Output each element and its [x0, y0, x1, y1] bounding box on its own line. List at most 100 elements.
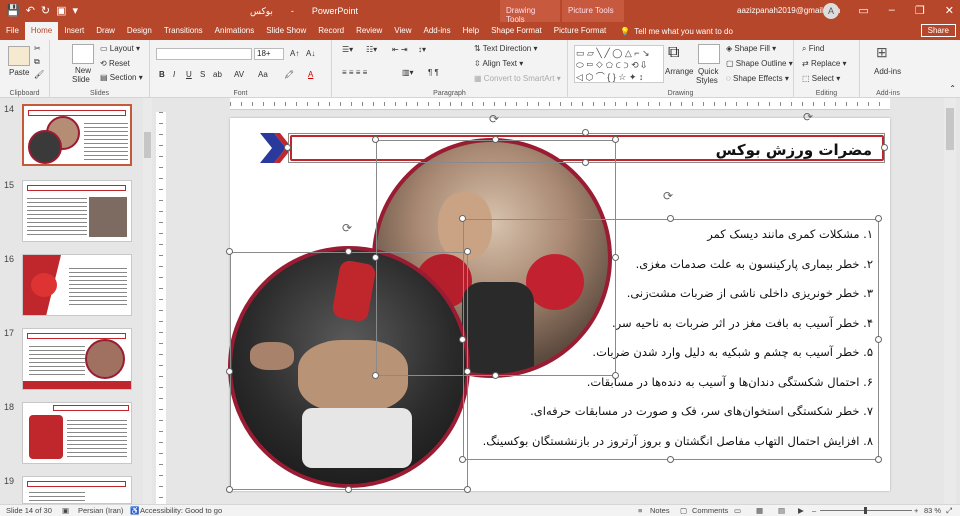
- zoom-level[interactable]: 83 %: [924, 506, 941, 515]
- resize-handle[interactable]: [612, 136, 619, 143]
- line-spacing-icon[interactable]: ↕▾: [418, 45, 426, 54]
- resize-handle[interactable]: [492, 372, 499, 379]
- shape-fill-button[interactable]: ◈ Shape Fill ▾: [726, 44, 776, 53]
- tab-record[interactable]: Record: [312, 22, 350, 40]
- tab-review[interactable]: Review: [350, 22, 388, 40]
- resize-handle[interactable]: [345, 248, 352, 255]
- reading-view-icon[interactable]: ▤: [778, 506, 785, 515]
- close-icon[interactable]: ✕: [945, 4, 954, 17]
- slide-thumbnail-15[interactable]: [22, 180, 132, 242]
- resize-handle[interactable]: [226, 248, 233, 255]
- tab-design[interactable]: Design: [121, 22, 158, 40]
- layout-button[interactable]: ▭ Layout ▾: [100, 44, 140, 53]
- shape-effects-button[interactable]: ◌ Shape Effects ▾: [726, 74, 789, 83]
- resize-handle[interactable]: [875, 215, 882, 222]
- resize-handle[interactable]: [226, 486, 233, 493]
- section-button[interactable]: ▤ Section ▾: [100, 73, 143, 82]
- addins-icon[interactable]: ⊞: [876, 44, 898, 64]
- alignment-icons[interactable]: ≡ ≡ ≡ ≡: [342, 68, 367, 77]
- slide-thumbnail-14[interactable]: [22, 104, 132, 166]
- char-spacing-button[interactable]: AV: [234, 70, 244, 79]
- notes-button[interactable]: Notes: [650, 506, 670, 515]
- customize-toolbar-icon[interactable]: ▾: [73, 4, 79, 17]
- tab-home[interactable]: Home: [24, 22, 59, 40]
- text-shadow-button[interactable]: ab: [213, 70, 222, 79]
- minimize-icon[interactable]: –: [889, 4, 895, 17]
- resize-handle[interactable]: [372, 254, 379, 261]
- format-painter-icon[interactable]: 🖌: [34, 70, 44, 79]
- rtl-icons[interactable]: ¶ ¶: [428, 68, 439, 77]
- undo-icon[interactable]: ↶: [26, 4, 35, 17]
- zoom-out-icon[interactable]: –: [812, 506, 816, 515]
- rotate-handle-icon[interactable]: ⟳: [663, 189, 673, 203]
- tab-add-ins[interactable]: Add-ins: [418, 22, 457, 40]
- addins-button[interactable]: Add-ins: [874, 67, 901, 76]
- shapes-gallery[interactable]: ▭ ▱ ╲ ╱ ◯ △ ⌐ ↘ ⬭ ▭ ◇ ⬠ ⊂ ⊃ ⟲ ⇩ ◁ ⬡ ⌒ { } …: [574, 45, 664, 83]
- strikethrough-button[interactable]: S: [200, 70, 205, 79]
- avatar[interactable]: A: [823, 3, 839, 19]
- paste-label[interactable]: Paste: [9, 68, 29, 77]
- find-button[interactable]: ⌕ Find: [802, 44, 824, 54]
- highlight-icon[interactable]: 🖍: [284, 70, 294, 79]
- tell-me-box[interactable]: 💡 Tell me what you want to do: [620, 27, 733, 36]
- collapse-ribbon-icon[interactable]: ⌃: [949, 84, 956, 93]
- tab-help[interactable]: Help: [457, 22, 485, 40]
- restore-icon[interactable]: ❐: [915, 4, 925, 17]
- columns-icon[interactable]: ▥▾: [402, 68, 414, 77]
- resize-handle[interactable]: [612, 254, 619, 261]
- resize-handle[interactable]: [345, 486, 352, 493]
- redo-icon[interactable]: ↻: [41, 4, 50, 17]
- resize-handle[interactable]: [372, 372, 379, 379]
- resize-handle[interactable]: [284, 144, 291, 151]
- resize-handle[interactable]: [875, 336, 882, 343]
- tab-insert[interactable]: Insert: [58, 22, 90, 40]
- arrange-icon[interactable]: ⧉: [668, 44, 690, 64]
- quick-styles-icon[interactable]: [698, 44, 720, 64]
- tab-picture-format[interactable]: Picture Format: [548, 22, 612, 40]
- quick-styles-label-2[interactable]: Styles: [696, 76, 718, 85]
- comments-button[interactable]: Comments: [692, 506, 728, 515]
- italic-button[interactable]: I: [173, 70, 175, 79]
- change-case-button[interactable]: Aa: [258, 70, 268, 79]
- tab-transitions[interactable]: Transitions: [158, 22, 209, 40]
- cut-icon[interactable]: ✂: [34, 44, 41, 53]
- tab-slide-show[interactable]: Slide Show: [260, 22, 312, 40]
- resize-handle[interactable]: [667, 215, 674, 222]
- tab-draw[interactable]: Draw: [90, 22, 121, 40]
- slide-sorter-icon[interactable]: ▦: [756, 506, 763, 515]
- share-button[interactable]: Share: [920, 24, 956, 37]
- reset-button[interactable]: ⟲ Reset: [100, 59, 130, 68]
- slide-scroll-thumb[interactable]: [946, 108, 954, 150]
- zoom-slider-knob[interactable]: [864, 507, 867, 514]
- underline-button[interactable]: U: [186, 70, 192, 79]
- notes-icon[interactable]: ≡: [638, 506, 642, 515]
- font-color-button[interactable]: A: [308, 70, 313, 79]
- new-slide-label-1[interactable]: New: [75, 66, 91, 75]
- slide-thumbnail-19[interactable]: [22, 476, 132, 504]
- resize-handle[interactable]: [881, 144, 888, 151]
- slide-thumbnail-17[interactable]: [22, 328, 132, 390]
- resize-handle[interactable]: [464, 248, 471, 255]
- bullets-icon[interactable]: ☰▾: [342, 45, 353, 54]
- comments-icon[interactable]: ▢: [680, 506, 687, 515]
- replace-button[interactable]: ⇄ Replace ▾: [802, 59, 847, 68]
- accessibility-icon[interactable]: ♿: [130, 506, 139, 515]
- font-size-input[interactable]: 18+: [254, 48, 284, 60]
- spellcheck-icon[interactable]: ▣: [62, 506, 69, 515]
- indent-icons[interactable]: ⇤ ⇥: [392, 45, 408, 54]
- text-direction-button[interactable]: ⇅ Text Direction ▾: [474, 44, 538, 53]
- align-text-button[interactable]: ⇳ Align Text ▾: [474, 59, 523, 68]
- slide-scrollbar[interactable]: [944, 98, 956, 504]
- copy-icon[interactable]: ⧉: [34, 57, 40, 67]
- accessibility-status[interactable]: Accessibility: Good to go: [140, 506, 222, 515]
- resize-handle[interactable]: [226, 368, 233, 375]
- resize-handle[interactable]: [582, 159, 589, 166]
- fit-slide-icon[interactable]: ⤢: [946, 506, 952, 516]
- slide-thumbnail-16[interactable]: [22, 254, 132, 316]
- slide-canvas[interactable]: مضرات ورزش بوکس ۱. مشکلات کمری مانند دیس…: [226, 110, 890, 493]
- tab-animations[interactable]: Animations: [209, 22, 261, 40]
- arrange-label[interactable]: Arrange: [665, 67, 693, 76]
- save-icon[interactable]: 💾: [6, 4, 20, 17]
- paste-icon[interactable]: [8, 46, 30, 66]
- thumbnail-scrollbar[interactable]: [143, 98, 152, 504]
